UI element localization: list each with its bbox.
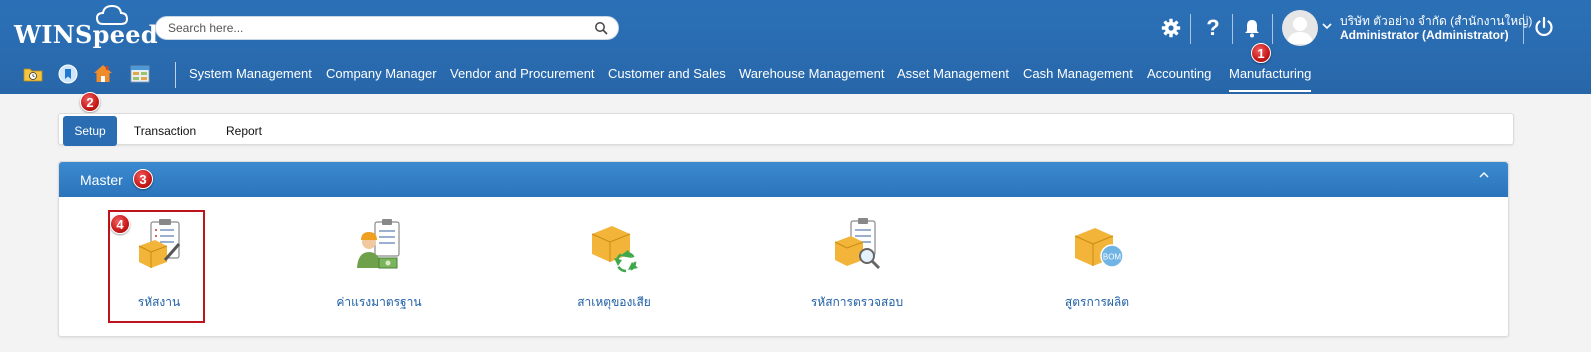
step-badge-3: 3 [133, 169, 153, 189]
master-panel: Master รหัสงาน ค่าแรงมาตรฐาน สาเหตุของเส… [58, 161, 1509, 337]
module-system-management[interactable]: System Management [189, 66, 312, 81]
search-icon[interactable] [594, 21, 608, 35]
folder-clock-icon[interactable] [23, 64, 43, 84]
gear-icon[interactable] [1158, 14, 1184, 42]
inspection-code-icon [834, 218, 881, 270]
master-item-label: ค่าแรงมาตรฐาน [336, 295, 422, 309]
winspeed-logo[interactable]: WINSpeed [14, 20, 158, 49]
bom-icon: BOM [1074, 228, 1124, 268]
grid-window-icon[interactable] [130, 64, 150, 84]
header-divider [1523, 14, 1524, 44]
header-divider [1272, 14, 1273, 44]
module-company-manager[interactable]: Company Manager [326, 66, 437, 81]
avatar[interactable] [1282, 10, 1318, 46]
home-icon[interactable] [93, 64, 113, 84]
module-accounting[interactable]: Accounting [1147, 66, 1211, 81]
user-role: Administrator (Administrator) [1340, 28, 1509, 42]
module-manufacturing[interactable]: Manufacturing [1229, 66, 1312, 92]
tab-setup[interactable]: Setup [63, 116, 117, 146]
master-item-label: สูตรการผลิต [1064, 295, 1130, 309]
module-cash-management[interactable]: Cash Management [1023, 66, 1133, 81]
step-badge-4: 4 [110, 214, 130, 234]
waste-reason-icon [591, 226, 638, 273]
chevron-up-icon[interactable] [1478, 170, 1490, 180]
master-item-label: สาเหตุของเสีย [577, 295, 651, 309]
module-divider [175, 62, 176, 88]
header-divider [1232, 14, 1233, 44]
sub-tab-bar: Setup Transaction Report [58, 113, 1514, 146]
logo-text: WINSpeed [14, 20, 158, 49]
help-icon[interactable]: ? [1200, 14, 1226, 42]
search-input[interactable] [168, 17, 588, 39]
module-warehouse-management[interactable]: Warehouse Management [739, 66, 885, 81]
cloud-icon [95, 4, 129, 25]
master-item-standard-labor[interactable]: ค่าแรงมาตรฐาน [279, 216, 479, 312]
module-customer-sales[interactable]: Customer and Sales [608, 66, 726, 81]
step-badge-1: 1 [1251, 43, 1271, 63]
master-item-label: รหัสการตรวจสอบ [810, 295, 904, 309]
bell-icon[interactable] [1239, 14, 1265, 42]
master-item-inspection-code[interactable]: รหัสการตรวจสอบ [757, 216, 957, 312]
standard-labor-icon [357, 219, 400, 269]
step-badge-2: 2 [80, 92, 100, 112]
search-box[interactable] [155, 16, 619, 40]
master-panel-header[interactable]: Master [59, 162, 1508, 197]
chevron-down-icon[interactable] [1322, 22, 1332, 30]
top-header: WINSpeed ? [0, 0, 1591, 94]
bookmark-icon[interactable] [58, 64, 78, 84]
tab-transaction[interactable]: Transaction [129, 116, 201, 146]
tab-report[interactable]: Report [219, 116, 269, 146]
master-item-waste-reason[interactable]: สาเหตุของเสีย [514, 216, 714, 312]
module-vendor-procurement[interactable]: Vendor and Procurement [450, 66, 595, 81]
module-asset-management[interactable]: Asset Management [897, 66, 1009, 81]
bom-badge-text: BOM [1103, 253, 1122, 262]
panel-title: Master [80, 172, 123, 188]
master-item-bom[interactable]: BOM สูตรการผลิต [997, 216, 1197, 312]
header-divider [1190, 14, 1191, 44]
power-icon[interactable] [1533, 16, 1555, 38]
